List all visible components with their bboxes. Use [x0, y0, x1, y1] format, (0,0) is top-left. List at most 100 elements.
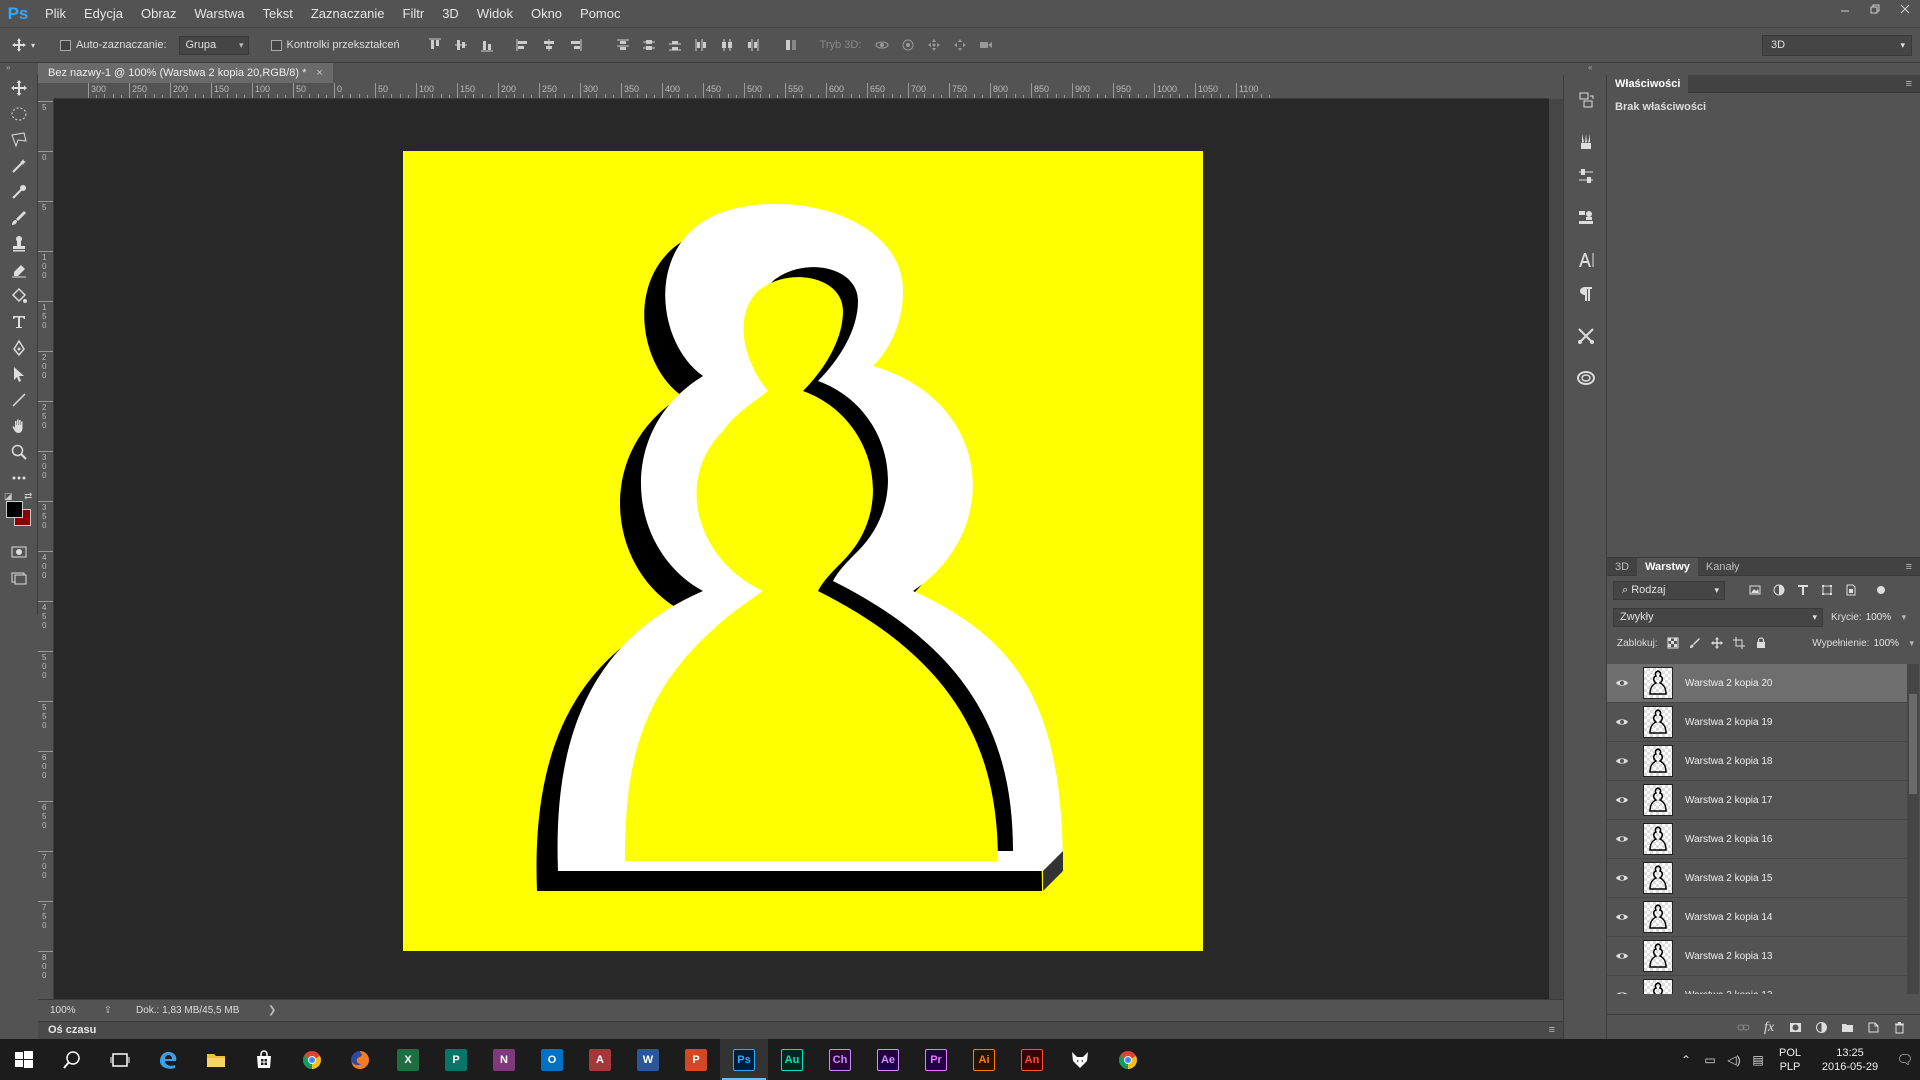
add-mask-button[interactable] [1782, 1018, 1808, 1038]
menu-widok[interactable]: Widok [468, 0, 522, 27]
eraser-tool[interactable] [0, 257, 38, 283]
layer-row[interactable]: Warstwa 2 kopia 14 [1607, 898, 1907, 937]
filter-smart-object-button[interactable] [1839, 581, 1863, 599]
menu-obraz[interactable]: Obraz [132, 0, 185, 27]
ruler-horizontal[interactable]: 300 250 200 150 100 50 0 50 100 150 200 250 300 350 40… [54, 83, 1549, 99]
slide-3d-button[interactable] [947, 35, 973, 55]
layer-row[interactable]: Warstwa 2 kopia 18 [1607, 742, 1907, 781]
character-panel-button[interactable] [1564, 243, 1608, 277]
auto-select-dropdown[interactable]: Grupa ▾ [178, 35, 249, 55]
visibility-toggle[interactable] [1607, 756, 1637, 766]
tab-layers[interactable]: Warstwy [1637, 557, 1698, 576]
paragraph-panel-button[interactable] [1564, 277, 1608, 311]
taskbar-after-effects[interactable]: Ae [864, 1039, 912, 1080]
layer-row[interactable]: Warstwa 2 kopia 13 [1607, 937, 1907, 976]
roll-3d-button[interactable] [895, 35, 921, 55]
taskbar-illustrator[interactable]: Ai [960, 1039, 1008, 1080]
taskbar-publisher[interactable]: P [432, 1039, 480, 1080]
distribute-right-button[interactable] [740, 35, 766, 55]
visibility-toggle[interactable] [1607, 951, 1637, 961]
pan-3d-button[interactable] [921, 35, 947, 55]
move-tool[interactable] [0, 75, 38, 101]
align-top-button[interactable] [422, 35, 448, 55]
filter-adjustment-button[interactable] [1767, 581, 1791, 599]
taskbar-chrome[interactable] [288, 1039, 336, 1080]
scale-3d-button[interactable] [973, 35, 999, 55]
layer-row[interactable]: Warstwa 2 kopia 20 [1607, 664, 1907, 703]
zoom-tool[interactable] [0, 439, 38, 465]
taskbar-chrome-2[interactable] [1104, 1039, 1152, 1080]
visibility-toggle[interactable] [1607, 717, 1637, 727]
path-selection-tool[interactable] [0, 361, 38, 387]
orbit-3d-button[interactable] [869, 35, 895, 55]
clock[interactable]: 13:25 2016-05-29 [1810, 1046, 1890, 1074]
visibility-toggle[interactable] [1607, 912, 1637, 922]
auto-select-checkbox[interactable]: Auto-zaznaczanie: [60, 39, 167, 51]
expand-toolbar-icon[interactable]: » [6, 63, 10, 72]
layers-scroll-thumb[interactable] [1909, 694, 1917, 794]
timeline-panel[interactable]: Oś czasu ≡ [38, 1021, 1563, 1039]
taskbar-powerpoint[interactable]: P [672, 1039, 720, 1080]
history-panel-button[interactable] [1564, 83, 1608, 117]
tray-chevron-up-icon[interactable]: ⌃ [1674, 1053, 1698, 1067]
menu-3d[interactable]: 3D [433, 0, 468, 27]
taskbar-character-animator[interactable]: Ch [816, 1039, 864, 1080]
clone-source-panel-button[interactable] [1564, 201, 1608, 235]
taskbar-file-explorer[interactable] [192, 1039, 240, 1080]
tab-properties[interactable]: Właściwości [1607, 74, 1689, 93]
menu-filtr[interactable]: Filtr [394, 0, 434, 27]
lock-position-button[interactable] [1706, 634, 1728, 652]
visibility-toggle[interactable] [1607, 990, 1637, 994]
canvas-vertical-scrollbar[interactable] [1549, 99, 1563, 999]
menu-pomoc[interactable]: Pomoc [571, 0, 629, 27]
close-window-button[interactable] [1890, 0, 1920, 22]
eyedropper-tool[interactable] [0, 179, 38, 205]
status-menu-arrow[interactable]: ❯ [268, 1005, 288, 1016]
tab-3d[interactable]: 3D [1607, 558, 1637, 576]
layer-row[interactable]: Warstwa 2 kopia 16 [1607, 820, 1907, 859]
export-icon[interactable]: ⇪ [88, 1005, 128, 1016]
quick-mask-button[interactable] [0, 539, 38, 565]
lock-transparency-button[interactable] [1662, 634, 1684, 652]
clone-stamp-tool[interactable] [0, 231, 38, 257]
search-button[interactable] [48, 1039, 96, 1080]
menu-edycja[interactable]: Edycja [75, 0, 132, 27]
lasso-tool[interactable] [0, 127, 38, 153]
filter-type-button[interactable] [1791, 581, 1815, 599]
restore-button[interactable] [1860, 0, 1890, 22]
layers-menu-icon[interactable]: ≡ [1906, 558, 1912, 576]
align-right-button[interactable] [562, 35, 588, 55]
start-button[interactable] [0, 1039, 48, 1080]
taskbar-animate[interactable]: An [1008, 1039, 1056, 1080]
layer-row[interactable]: Warstwa 2 kopia 15 [1607, 859, 1907, 898]
align-bottom-button[interactable] [474, 35, 500, 55]
magic-wand-tool[interactable] [0, 153, 38, 179]
visibility-toggle[interactable] [1607, 834, 1637, 844]
taskbar-store[interactable] [240, 1039, 288, 1080]
transform-controls-checkbox[interactable]: Kontrolki przekształceń [270, 39, 400, 51]
edit-toolbar-button[interactable] [0, 465, 38, 491]
document-tab[interactable]: Bez nazwy-1 @ 100% (Warstwa 2 kopia 20,R… [38, 63, 333, 83]
layer-row[interactable]: Warstwa 2 kopia 17 [1607, 781, 1907, 820]
notifications-icon[interactable]: 🗨 [1890, 1052, 1920, 1068]
foreground-color-swatch[interactable] [6, 501, 23, 518]
message-icon[interactable]: ▤ [1746, 1053, 1770, 1067]
align-vcenter-button[interactable] [448, 35, 474, 55]
ruler-vertical[interactable]: 5 0 5 1 0 0 1 5 0 2 0 0 2 5 0 3 0 0 3 5 0 4 0 0 4 … [38, 99, 54, 999]
collapse-panels-icon[interactable]: « [1588, 63, 1592, 72]
opacity-input[interactable]: 100% [1866, 609, 1900, 626]
menu-zaznaczanie[interactable]: Zaznaczanie [302, 0, 394, 27]
brushes-panel-button[interactable] [1564, 125, 1608, 159]
layer-row[interactable]: Warstwa 2 kopia 19 [1607, 703, 1907, 742]
tab-channels[interactable]: Kanały [1698, 558, 1748, 576]
document-canvas[interactable] [403, 151, 1203, 951]
visibility-toggle[interactable] [1607, 795, 1637, 805]
menu-okno[interactable]: Okno [522, 0, 571, 27]
taskbar-access[interactable]: A [576, 1039, 624, 1080]
distribute-vcenter-button[interactable] [636, 35, 662, 55]
layers-scrollbar[interactable] [1907, 664, 1919, 994]
screen-mode-button[interactable] [0, 565, 38, 591]
chevron-down-icon[interactable]: ▾ [1902, 612, 1907, 623]
marquee-tool[interactable] [0, 101, 38, 127]
align-left-button[interactable] [510, 35, 536, 55]
